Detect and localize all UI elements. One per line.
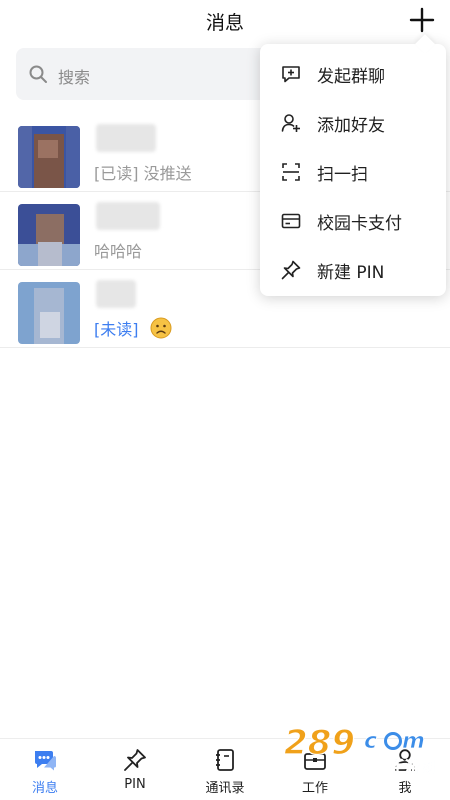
scan-icon — [282, 163, 300, 181]
message-icon — [35, 751, 56, 771]
contact-name-blurred — [96, 124, 156, 152]
menu-item-add-friend[interactable]: 添加好友 — [260, 101, 446, 145]
unread-status: [未读] — [94, 320, 139, 339]
menu-item-label: 发起群聊 — [317, 67, 385, 87]
tab-messages[interactable]: 消息 — [0, 739, 90, 800]
menu-item-new-pin[interactable]: 新建 PIN — [260, 248, 446, 292]
card-icon — [281, 213, 301, 229]
add-friend-icon — [281, 114, 300, 132]
pin-icon — [281, 260, 301, 280]
tab-label: 我 — [398, 781, 412, 796]
add-menu-popover: 发起群聊 添加好友 扫一扫 校园卡支付 新建 PIN — [260, 44, 446, 296]
page-title: 消息 — [205, 12, 244, 34]
message-preview: [未读] — [94, 316, 172, 340]
menu-item-campus-card-pay[interactable]: 校园卡支付 — [260, 199, 446, 243]
svg-text:c: c — [364, 729, 377, 754]
sad-face-emoji-icon — [150, 317, 172, 339]
site-watermark-logo: 289 c m 手游网 — [283, 722, 435, 776]
tab-label: 通讯录 — [205, 781, 245, 796]
tab-label: 消息 — [31, 781, 58, 796]
menu-item-label: 新建 PIN — [317, 263, 385, 283]
svg-text:手游网: 手游网 — [390, 758, 435, 776]
menu-item-label: 校园卡支付 — [317, 214, 402, 234]
menu-item-label: 扫一扫 — [317, 165, 368, 185]
menu-item-scan[interactable]: 扫一扫 — [260, 150, 446, 194]
contact-name-blurred — [96, 280, 136, 308]
tab-label: PIN — [124, 777, 146, 792]
contacts-icon — [216, 749, 234, 771]
avatar — [18, 204, 80, 266]
menu-item-group-chat[interactable]: 发起群聊 — [260, 52, 446, 96]
plus-icon — [409, 7, 435, 33]
svg-text:289: 289 — [284, 723, 355, 763]
contact-name-blurred — [96, 202, 160, 230]
svg-text:m: m — [402, 729, 425, 754]
avatar — [18, 126, 80, 188]
tab-label: 工作 — [301, 781, 328, 796]
read-status: [已读] — [94, 164, 139, 183]
search-placeholder: 搜索 — [58, 68, 91, 87]
menu-item-label: 添加好友 — [317, 116, 385, 136]
tab-pin[interactable]: PIN — [90, 739, 180, 800]
tab-contacts[interactable]: 通讯录 — [180, 739, 270, 800]
pin-icon — [124, 749, 146, 771]
message-preview: [已读] 没推送 — [94, 160, 192, 184]
message-text: 哈哈哈 — [94, 242, 143, 261]
group-chat-icon — [282, 66, 300, 83]
top-bar: 消息 — [0, 0, 450, 40]
avatar — [18, 282, 80, 344]
add-button[interactable] — [408, 6, 436, 34]
search-icon — [29, 65, 47, 83]
message-text: 没推送 — [143, 164, 192, 183]
message-preview: 哈哈哈 — [94, 238, 142, 262]
